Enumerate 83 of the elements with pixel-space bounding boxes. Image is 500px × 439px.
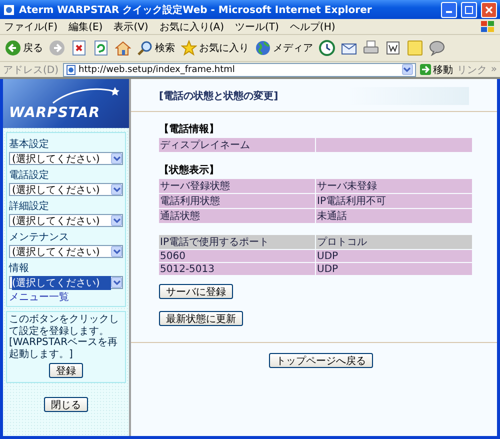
- menu-dropdown[interactable]: (選択してください): [9, 276, 123, 289]
- star-icon: [181, 40, 197, 56]
- edit-toolbar-button[interactable]: [384, 40, 402, 56]
- menu-item[interactable]: ツール(T): [235, 20, 279, 34]
- menu-item[interactable]: お気に入り(A): [159, 20, 224, 34]
- clock-icon: [319, 40, 335, 56]
- go-arrow-icon: [420, 64, 431, 75]
- menu-dropdown[interactable]: (選択してください): [9, 245, 123, 258]
- search-toolbar-button[interactable]: 検索: [136, 40, 176, 56]
- table-cell: ディスプレイネーム: [159, 138, 315, 152]
- refresh-icon: [93, 40, 109, 56]
- column-header: IP電話で使用するポート: [159, 235, 315, 249]
- table-cell: 5060: [159, 250, 315, 262]
- table-cell: サーバ未登録: [316, 179, 472, 193]
- table-cell: UDP: [316, 263, 472, 275]
- close-icon: [485, 6, 493, 14]
- table-cell: 未通話: [316, 209, 472, 223]
- menu-label: 電話設定: [9, 168, 50, 182]
- window-title: Aterm WARPSTAR クイック設定Web - Microsoft Internet Explorer: [19, 3, 373, 16]
- register-note: このボタンをクリックして設定を登録します。[WARPSTARベースを再起動します。]: [9, 314, 120, 360]
- action-button[interactable]: 最新状態に更新: [159, 311, 243, 326]
- home-toolbar-button[interactable]: [114, 40, 132, 56]
- menu-item[interactable]: ヘルプ(H): [290, 20, 336, 34]
- menu-item[interactable]: 表示(V): [114, 20, 148, 34]
- maximize-icon: [465, 6, 473, 14]
- print-toolbar-button[interactable]: [362, 40, 380, 56]
- history-toolbar-button[interactable]: [318, 40, 336, 56]
- menu-dropdown[interactable]: (選択してください): [9, 183, 123, 196]
- table-cell: 電話利用状態: [159, 194, 315, 208]
- page-icon: [66, 64, 76, 74]
- close-page-button[interactable]: 閉じる: [44, 397, 88, 412]
- stop-toolbar-button[interactable]: [70, 40, 88, 56]
- menu-label: メンテナンス: [9, 231, 70, 244]
- menu-label: 詳細設定: [9, 200, 50, 213]
- section-heading: 【状態表示】: [159, 164, 220, 177]
- register-button[interactable]: 登録: [49, 363, 83, 378]
- speech-bubble-icon: [429, 40, 445, 56]
- minimize-button[interactable]: [441, 2, 457, 18]
- browser-icon: [3, 4, 15, 16]
- media-toolbar-button[interactable]: メディア: [254, 40, 314, 56]
- table-cell: サーバ登録状態: [159, 179, 315, 193]
- windows-flag-icon: [480, 20, 496, 33]
- table-cell: IP電話利用不可: [316, 194, 472, 208]
- messenger-toolbar-button[interactable]: [428, 40, 446, 56]
- dropdown-arrow-icon[interactable]: [111, 277, 122, 288]
- column-header: プロトコル: [316, 235, 472, 249]
- favorites-toolbar-button[interactable]: お気に入り: [180, 40, 250, 56]
- dropdown-arrow-icon[interactable]: [402, 64, 413, 75]
- dropdown-arrow-icon[interactable]: [111, 153, 122, 164]
- back-to-top-button[interactable]: トップページへ戻る: [269, 353, 373, 368]
- dropdown-arrow-icon[interactable]: [111, 246, 122, 257]
- menu-dropdown[interactable]: (選択してください): [9, 214, 123, 227]
- printer-icon: [363, 40, 379, 56]
- address-field[interactable]: http://web.setup/index_frame.html: [62, 62, 416, 76]
- maximize-button[interactable]: [461, 2, 477, 18]
- search-icon: [137, 40, 153, 56]
- dropdown-arrow-icon[interactable]: [111, 184, 122, 195]
- home-icon: [115, 40, 131, 56]
- menu-label: 基本設定: [9, 138, 50, 151]
- menu-label: 情報: [9, 262, 30, 275]
- back-toolbar-button[interactable]: 戻る: [4, 40, 44, 56]
- table-cell: UDP: [316, 250, 472, 262]
- menu-dropdown[interactable]: (選択してください): [9, 152, 123, 165]
- dropdown-arrow-icon[interactable]: [111, 215, 122, 226]
- stop-icon: [71, 40, 87, 56]
- menu-item[interactable]: 編集(E): [68, 20, 103, 34]
- menu-item[interactable]: ファイル(F): [4, 20, 58, 34]
- action-button[interactable]: サーバに登録: [159, 284, 233, 299]
- warpstar-logo: WARPSTAR: [3, 79, 129, 128]
- note-icon: [407, 40, 423, 56]
- table-cell: 通話状態: [159, 209, 315, 223]
- document-icon: [385, 40, 401, 56]
- address-url: http://web.setup/index_frame.html: [78, 64, 235, 74]
- go-button[interactable]: 移動: [420, 62, 453, 76]
- globe-icon: [255, 40, 271, 56]
- minimize-icon: [446, 11, 452, 13]
- page-title: [電話の状態と状態の変更]: [159, 87, 469, 105]
- menu-list-link[interactable]: メニュー一覧: [9, 290, 69, 304]
- section-heading: 【電話情報】: [159, 122, 220, 136]
- table-cell: 5012-5013: [159, 263, 315, 275]
- refresh-toolbar-button[interactable]: [92, 40, 110, 56]
- address-label: アドレス(D): [3, 64, 59, 76]
- close-button[interactable]: [481, 2, 497, 18]
